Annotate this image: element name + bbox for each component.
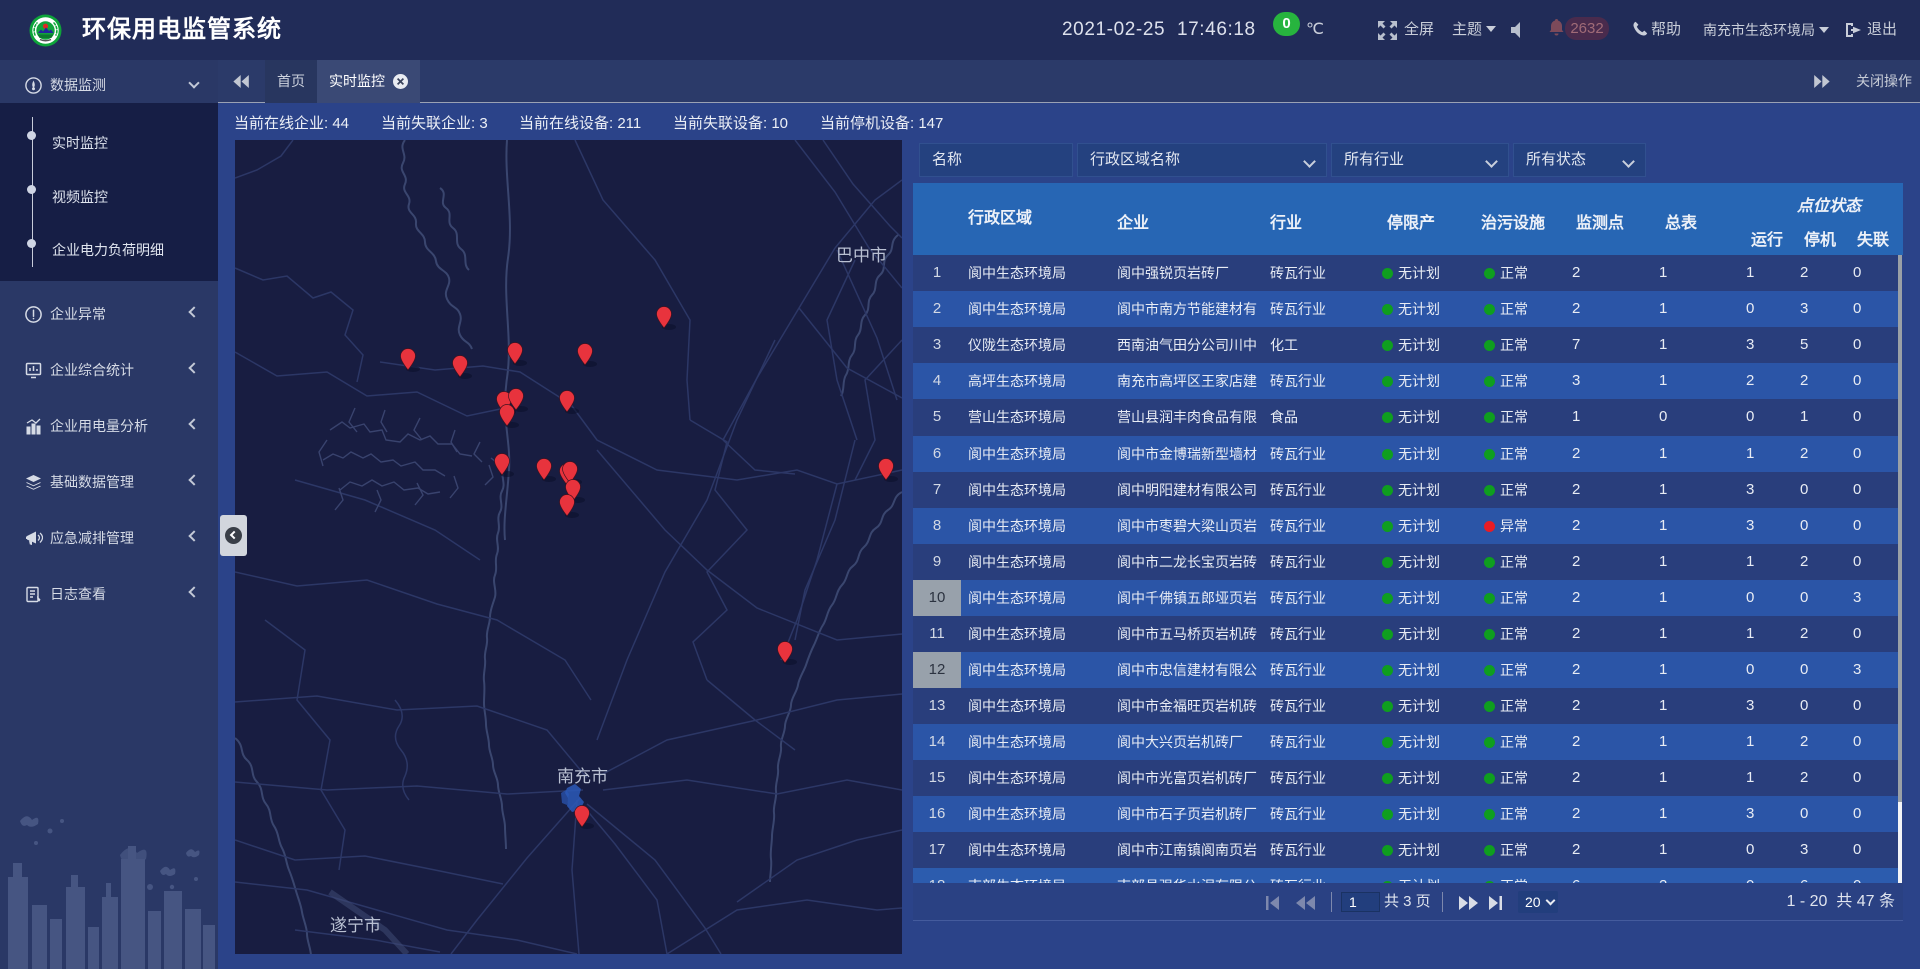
svg-text:遂宁市: 遂宁市: [330, 916, 381, 935]
svg-text:南充市: 南充市: [557, 767, 608, 786]
svg-text:巴中市: 巴中市: [836, 246, 887, 265]
